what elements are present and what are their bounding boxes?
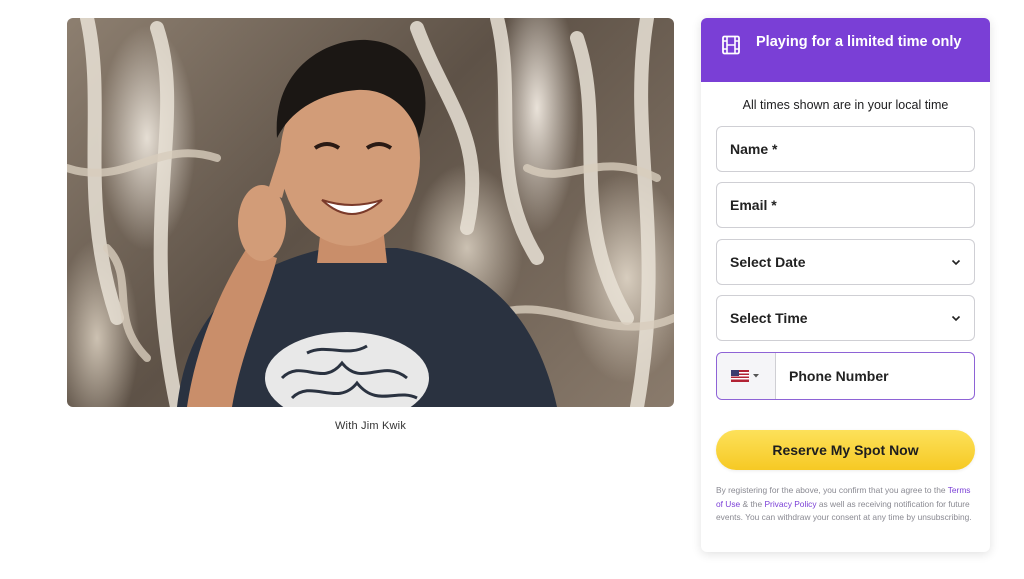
time-select[interactable]: Select Time (716, 295, 975, 341)
reserve-spot-button[interactable]: Reserve My Spot Now (716, 430, 975, 470)
name-field[interactable]: Name * (716, 126, 975, 172)
legal-text-2: & the (740, 498, 765, 509)
timezone-note: All times shown are in your local time (742, 98, 949, 112)
date-select-label: Select Date (730, 254, 806, 270)
film-icon (722, 35, 740, 55)
hero-image (67, 18, 674, 407)
limited-time-banner: Playing for a limited time only (701, 18, 990, 82)
email-field[interactable]: Email * (716, 182, 975, 228)
chevron-down-icon (951, 259, 961, 266)
legal-disclaimer: By registering for the above, you confir… (716, 484, 978, 525)
email-placeholder: Email * (730, 197, 777, 213)
hero-caption: With Jim Kwik (334, 420, 407, 432)
banner-title: Playing for a limited time only (756, 34, 962, 50)
name-placeholder: Name * (730, 141, 778, 157)
phone-field[interactable]: Phone Number (716, 352, 975, 400)
registration-panel: Playing for a limited time only All time… (701, 18, 990, 552)
legal-text-1: By registering for the above, you confir… (716, 485, 948, 495)
us-flag-icon (731, 370, 759, 382)
privacy-policy-link[interactable]: Privacy Policy (764, 499, 816, 509)
presenter-photo (67, 18, 674, 407)
chevron-down-icon (951, 315, 961, 322)
phone-placeholder: Phone Number (789, 368, 889, 384)
time-select-label: Select Time (730, 310, 808, 326)
country-code-select[interactable] (717, 353, 776, 399)
date-select[interactable]: Select Date (716, 239, 975, 285)
